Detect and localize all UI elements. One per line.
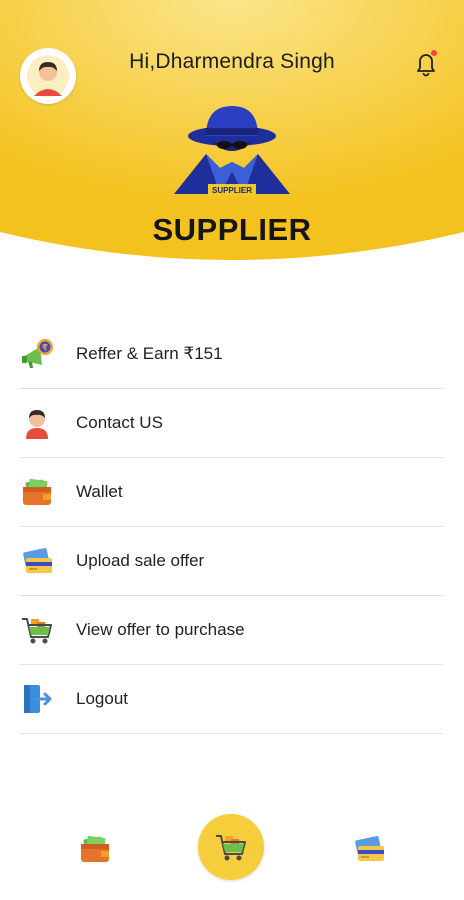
menu-item-upload-sale-offer[interactable]: Upload sale offer — [20, 527, 443, 596]
menu-item-view-offer[interactable]: View offer to purchase — [20, 596, 443, 665]
menu-item-contact-us[interactable]: Contact US — [20, 389, 443, 458]
menu-icon-wrap — [20, 613, 54, 647]
menu-item-label: Reffer & Earn ₹151 — [76, 344, 223, 363]
menu-icon-wrap: ₹ — [20, 337, 54, 371]
menu-item-refer-earn[interactable]: ₹ Reffer & Earn ₹151 — [20, 320, 443, 389]
shopping-cart-icon — [22, 618, 52, 644]
greeting-text: Hi,Dharmendra Singh — [129, 50, 335, 73]
card-upload-icon — [355, 836, 384, 861]
wallet-icon — [23, 478, 51, 505]
menu-item-label: Upload sale offer — [76, 551, 205, 570]
menu-item-label: View offer to purchase — [76, 620, 245, 639]
supplier-logo: SUPPLIER — [170, 102, 294, 204]
menu-item-label: Wallet — [76, 482, 123, 501]
menu-item-wallet[interactable]: Wallet — [20, 458, 443, 527]
menu-icon-wrap — [20, 682, 54, 716]
menu-list: ₹ Reffer & Earn ₹151 Contact US Wallet U… — [20, 320, 443, 734]
contact-person-icon — [26, 410, 48, 439]
brand-title: SUPPLIER — [152, 212, 312, 247]
notification-bell[interactable] — [412, 48, 440, 78]
wallet-icon — [81, 835, 109, 862]
menu-item-label: Contact US — [76, 413, 163, 432]
menu-item-label: Logout — [76, 689, 128, 708]
nav-wallet-button[interactable] — [78, 832, 112, 866]
bell-icon — [417, 50, 437, 77]
shopping-cart-icon — [216, 835, 246, 861]
svg-text:₹: ₹ — [42, 344, 48, 354]
menu-icon-wrap — [20, 475, 54, 509]
bottom-navigation — [0, 810, 464, 890]
card-upload-icon — [23, 548, 52, 573]
menu-item-logout[interactable]: Logout — [20, 665, 443, 734]
menu-icon-wrap — [20, 406, 54, 440]
nav-cart-button[interactable] — [198, 814, 264, 880]
logout-icon — [24, 685, 52, 713]
header: Hi,Dharmendra Singh SUPPLIER SUPPLIER — [0, 0, 464, 290]
logo-caption: SUPPLIER — [212, 186, 252, 195]
spy-logo-icon: SUPPLIER — [174, 106, 290, 196]
notification-dot — [431, 50, 437, 56]
nav-upload-offer-button[interactable] — [352, 832, 386, 866]
megaphone-rupee-icon: ₹ — [22, 339, 53, 368]
menu-icon-wrap — [20, 544, 54, 578]
